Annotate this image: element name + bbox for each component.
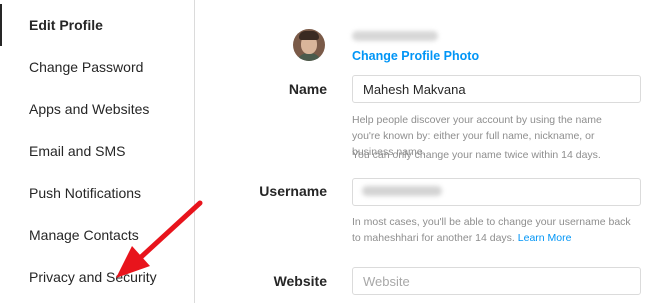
sidebar-item-label: Email and SMS [29, 143, 126, 159]
avatar-hair [299, 31, 319, 40]
sidebar-item-privacy-and-security[interactable]: Privacy and Security [0, 256, 194, 298]
change-profile-photo-link[interactable]: Change Profile Photo [352, 49, 479, 63]
name-change-limit-text: You can only change your name twice with… [352, 149, 601, 161]
sidebar-item-push-notifications[interactable]: Push Notifications [0, 172, 194, 214]
name-field[interactable] [352, 75, 641, 103]
name-label: Name [288, 81, 327, 97]
redacted-username [352, 31, 438, 41]
username-help-body: In most cases, you'll be able to change … [352, 216, 631, 244]
sidebar-item-label: Privacy and Security [29, 269, 157, 285]
sidebar-item-label: Apps and Websites [29, 101, 150, 117]
username-label: Username [259, 183, 327, 199]
sidebar-item-label: Manage Contacts [29, 227, 139, 243]
website-field[interactable] [352, 267, 641, 295]
sidebar-item-edit-profile[interactable]: Edit Profile [0, 4, 194, 46]
avatar[interactable] [293, 29, 325, 61]
username-help-text: In most cases, you'll be able to change … [352, 214, 632, 246]
avatar-shirt [296, 53, 322, 61]
sidebar-item-email-and-sms[interactable]: Email and SMS [0, 130, 194, 172]
sidebar-item-label: Push Notifications [29, 185, 142, 201]
username-field-wrapper [352, 178, 641, 206]
settings-sidebar: Edit Profile Change Password Apps and We… [0, 0, 195, 303]
sidebar-item-label: Edit Profile [29, 17, 103, 33]
website-label: Website [273, 273, 327, 289]
sidebar-item-manage-contacts[interactable]: Manage Contacts [0, 214, 194, 256]
learn-more-link[interactable]: Learn More [518, 232, 572, 244]
username-field[interactable] [352, 178, 641, 206]
edit-profile-form: Change Profile Photo Name Help people di… [196, 0, 650, 303]
sidebar-item-apps-and-websites[interactable]: Apps and Websites [0, 88, 194, 130]
sidebar-item-change-password[interactable]: Change Password [0, 46, 194, 88]
sidebar-item-label: Change Password [29, 59, 144, 75]
